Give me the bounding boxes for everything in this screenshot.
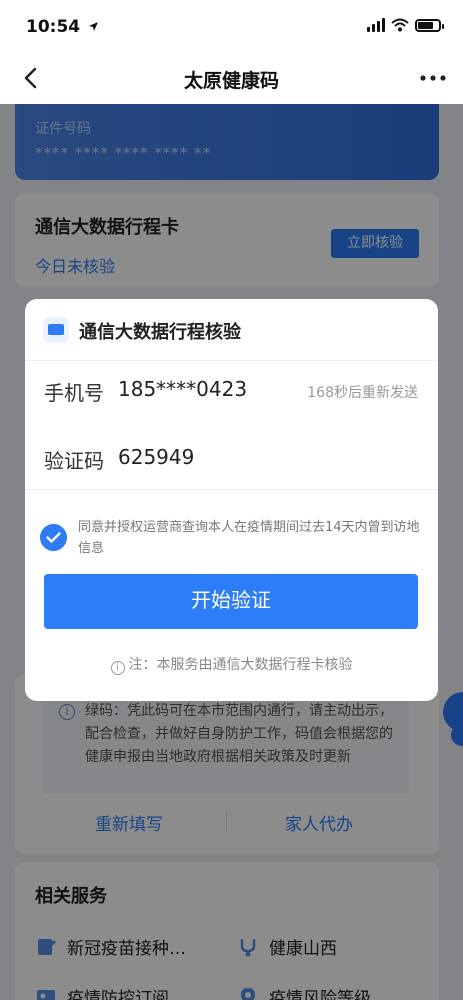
verification-modal: 通信大数据行程核验 手机号 185****0423 168秒后重新发送 验证码 … [25,299,438,701]
more-dots-icon[interactable] [417,64,449,92]
signal-icon [367,18,385,32]
code-label: 验证码 [44,449,104,473]
divider [25,489,438,490]
battery-icon [415,18,444,32]
wifi-icon [391,18,409,32]
verification-code-input[interactable]: 625949 [118,445,194,469]
page-title: 太原健康码 [183,70,279,92]
info-icon: i [110,661,125,675]
status-time: 10:54 [26,17,99,37]
code-row: 验证码 625949 [44,445,418,477]
nav-bar: 太原健康码 [0,52,463,104]
phone-value: 185****0423 [118,377,248,401]
consent-checkbox[interactable] [40,524,67,551]
resend-countdown[interactable]: 168秒后重新发送 [307,382,418,402]
phone-row: 手机号 185****0423 168秒后重新发送 [44,377,418,409]
modal-header: 通信大数据行程核验 [25,299,438,361]
service-note: i 注：本服务由通信大数据行程卡核验 [25,654,438,675]
phone-label: 手机号 [44,381,104,405]
modal-title: 通信大数据行程核验 [79,322,241,343]
status-icons [367,18,444,32]
location-arrow-icon [89,22,99,31]
start-verify-button[interactable]: 开始验证 [44,574,418,629]
consent-text: 同意并授权运营商查询本人在疫情期间过去14天内曾到访地信息 [78,520,420,556]
status-bar: 10:54 [0,0,463,52]
trip-card-logo-icon [43,317,69,343]
